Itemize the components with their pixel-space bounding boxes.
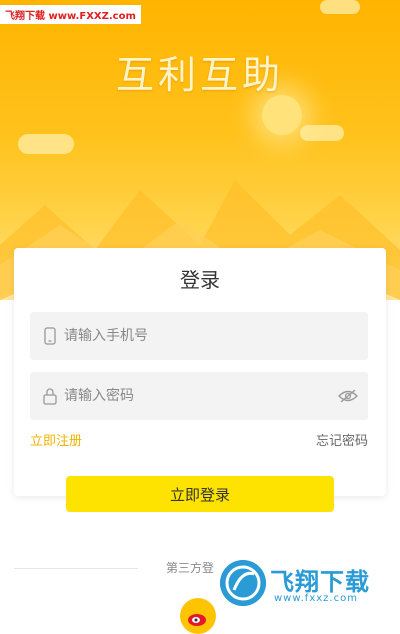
cloud-decoration bbox=[320, 0, 360, 14]
watermark-url: www.FXXZ.com bbox=[48, 11, 136, 22]
watermark-top: 飞翔下载 www.FXXZ.com bbox=[0, 5, 141, 24]
weibo-icon bbox=[188, 614, 206, 626]
phone-input[interactable] bbox=[64, 312, 344, 360]
divider bbox=[14, 568, 138, 569]
sun-decoration bbox=[262, 95, 302, 135]
app-title: 互利互助 bbox=[115, 53, 284, 97]
lock-icon bbox=[43, 388, 57, 405]
register-link[interactable]: 立即注册 bbox=[30, 430, 82, 449]
watermark-logo-icon bbox=[220, 560, 266, 606]
forgot-password-link[interactable]: 忘记密码 bbox=[316, 430, 368, 449]
login-button[interactable]: 立即登录 bbox=[66, 476, 334, 512]
watermark-site: 飞翔下载 bbox=[5, 11, 45, 22]
phone-field[interactable] bbox=[30, 312, 368, 360]
phone-icon bbox=[44, 327, 56, 345]
weibo-login-button[interactable] bbox=[180, 598, 216, 634]
third-party-label: 第三方登 bbox=[166, 561, 215, 575]
eye-icon[interactable] bbox=[338, 388, 358, 404]
password-field[interactable] bbox=[30, 372, 368, 420]
login-card: 登录 立即注册 忘记密码 bbox=[14, 248, 386, 496]
login-title: 登录 bbox=[180, 268, 220, 292]
watermark-brand: 飞翔下载 bbox=[270, 568, 370, 596]
watermark-bottom: 飞翔下载 www.fxxz.com bbox=[216, 556, 388, 610]
cloud-decoration bbox=[300, 125, 344, 141]
watermark-bottom-url: www.fxxz.com bbox=[274, 593, 358, 604]
password-input[interactable] bbox=[64, 372, 344, 420]
